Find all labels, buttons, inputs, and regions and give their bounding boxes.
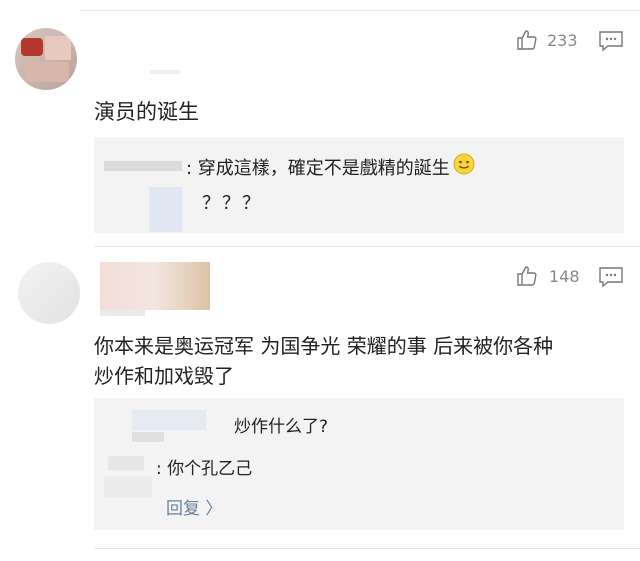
- reply-avatar-blurred[interactable]: [104, 476, 152, 498]
- reply-link[interactable]: 回复 〉: [166, 494, 222, 519]
- comment-divider: [94, 246, 640, 247]
- like-button[interactable]: 233: [515, 28, 578, 52]
- comment-text-line-1: 你本来是奥运冠军 为国争光 荣耀的事 后来被你各种: [94, 334, 554, 358]
- comment-icon: [598, 31, 624, 56]
- smiley-emoji-icon: [453, 153, 475, 180]
- thumbs-up-icon: [515, 28, 539, 52]
- username-blurred[interactable]: [100, 262, 210, 310]
- bottom-divider: [94, 548, 640, 549]
- reply-text: ？？？: [202, 193, 262, 214]
- avatar[interactable]: [18, 262, 80, 324]
- comment-button[interactable]: [598, 266, 624, 292]
- comment-button[interactable]: [598, 30, 624, 56]
- username-blurred[interactable]: [100, 310, 145, 316]
- reply-username-blurred[interactable]: [104, 161, 182, 171]
- reply-avatar-blurred[interactable]: [149, 187, 182, 232]
- avatar[interactable]: [15, 28, 77, 90]
- reply-text: : 你个孔乙己: [156, 459, 253, 479]
- reply-box: 炒作什么了? : 你个孔乙己 回复 〉: [94, 398, 624, 530]
- reply-box: : 穿成這樣，確定不是戲精的誕生 ？？？: [94, 137, 624, 233]
- comment-icon: [598, 267, 624, 292]
- like-count: 233: [547, 30, 578, 50]
- reply-username-blurred[interactable]: [132, 432, 164, 442]
- top-divider: [80, 10, 640, 11]
- like-button[interactable]: 148: [515, 264, 580, 288]
- reply-text: 炒作什么了?: [234, 417, 329, 437]
- comment-text-line-2: 炒作和加戏毁了: [94, 364, 234, 388]
- reply-text: : 穿成這樣，確定不是戲精的誕生: [186, 153, 475, 180]
- like-count: 148: [549, 266, 580, 286]
- reply-username-blurred[interactable]: [132, 410, 206, 430]
- reply-username-blurred[interactable]: [108, 456, 144, 470]
- reply-text-content: : 穿成這樣，確定不是戲精的誕生: [186, 157, 450, 179]
- thumbs-up-icon: [515, 264, 539, 288]
- username-blurred[interactable]: [150, 70, 180, 74]
- comment-text: 演员的诞生: [94, 100, 199, 124]
